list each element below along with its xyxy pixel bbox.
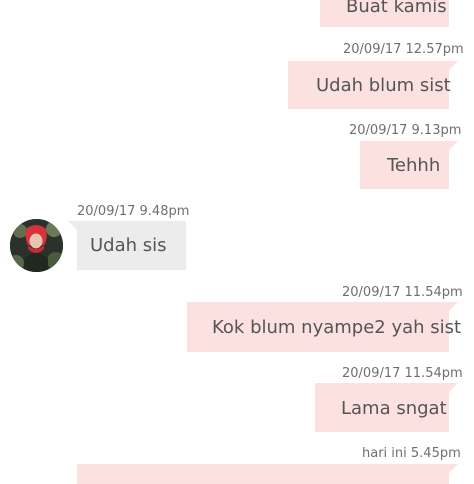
message-text: Buat kamis xyxy=(346,0,447,17)
message-text: Tehhh xyxy=(387,155,441,176)
message-bubble-outgoing[interactable]: Lama sngat xyxy=(315,383,458,432)
chat-thread[interactable]: Buat kamis 20/09/17 12.57pm Udah blum si… xyxy=(0,0,474,484)
message-timestamp: 20/09/17 9.13pm xyxy=(349,123,462,138)
message-bubble-outgoing[interactable] xyxy=(77,464,458,484)
message-timestamp: 20/09/17 12.57pm xyxy=(343,42,464,57)
message-text: Lama sngat xyxy=(341,398,447,419)
message-bubble-incoming[interactable]: Udah sis xyxy=(68,221,186,270)
message-timestamp: 20/09/17 9.48pm xyxy=(77,204,190,219)
message-text: Kok blum nyampe2 yah sist xyxy=(212,317,462,338)
message-bubble-outgoing[interactable]: Tehhh xyxy=(360,141,458,189)
message-timestamp: 20/09/17 11.54pm xyxy=(342,366,463,381)
message-bubble-outgoing[interactable]: Udah blum sist xyxy=(288,61,458,109)
message-bubble-outgoing[interactable]: Buat kamis xyxy=(320,0,449,27)
contact-avatar[interactable] xyxy=(10,219,63,272)
message-text: Udah sis xyxy=(90,235,167,256)
message-bubble-outgoing[interactable]: Kok blum nyampe2 yah sist xyxy=(187,302,461,352)
message-timestamp: hari ini 5.45pm xyxy=(362,446,461,461)
message-text: Udah blum sist xyxy=(316,75,451,96)
message-timestamp: 20/09/17 11.54pm xyxy=(342,285,463,300)
avatar-photo-icon xyxy=(10,219,63,272)
